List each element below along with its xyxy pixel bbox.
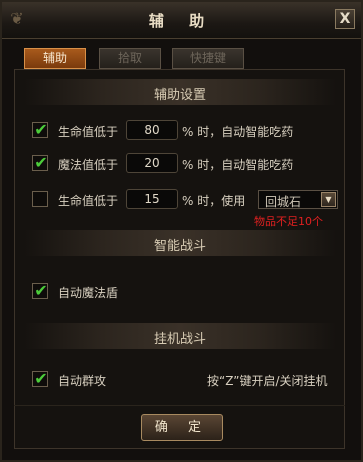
auto-aoe-label: 自动群攻: [58, 374, 107, 388]
section-title: 挂机战斗: [153, 332, 206, 347]
checkmark-icon: ✔: [34, 369, 48, 388]
item-select[interactable]: 回城石 ▼: [258, 190, 338, 209]
mp-potion-label: 魔法值低于: [58, 158, 119, 172]
hp-potion-label: 生命值低于: [58, 125, 119, 139]
checkmark-icon: ✔: [34, 120, 48, 139]
divider: [14, 405, 345, 406]
tab-hotkeys[interactable]: 快捷键: [172, 48, 244, 69]
chevron-down-icon[interactable]: ▼: [321, 192, 336, 207]
hp-item-suffix: % 时，使用: [182, 194, 246, 208]
hp-item-threshold-input[interactable]: 15: [126, 189, 178, 209]
mp-potion-threshold-input[interactable]: 20: [126, 153, 178, 173]
auto-shield-label: 自动魔法盾: [58, 286, 119, 300]
hp-item-label: 生命值低于: [58, 194, 119, 208]
title-bar[interactable]: ❦ 辅 助 X: [2, 2, 361, 39]
section-title: 智能战斗: [153, 239, 206, 254]
auto-shield-checkbox[interactable]: ✔: [32, 281, 48, 300]
checkmark-icon: ✔: [34, 153, 48, 172]
section-smart-combat: 智能战斗: [24, 230, 336, 256]
tab-pickup[interactable]: 拾取: [99, 48, 161, 69]
close-button[interactable]: X: [335, 9, 355, 29]
hp-potion-suffix: % 时，自动智能吃药: [182, 125, 294, 139]
mp-potion-suffix: % 时，自动智能吃药: [182, 158, 294, 172]
hp-item-checkbox[interactable]: [32, 191, 48, 207]
confirm-button[interactable]: 确 定: [141, 414, 223, 441]
section-assist-settings: 辅助设置: [24, 79, 336, 105]
item-shortage-warning: 物品不足10个: [254, 215, 323, 228]
hp-potion-checkbox[interactable]: ✔: [32, 120, 48, 139]
hp-potion-threshold-input[interactable]: 80: [126, 120, 178, 140]
section-title: 辅助设置: [153, 88, 206, 103]
item-select-value: 回城石: [265, 195, 302, 209]
auto-aoe-checkbox[interactable]: ✔: [32, 369, 48, 388]
hotkey-hint: 按“Z”键开启/关闭挂机: [207, 374, 328, 388]
window-title: 辅 助: [148, 12, 215, 30]
checkmark-icon: ✔: [34, 281, 48, 300]
mp-potion-checkbox[interactable]: ✔: [32, 153, 48, 172]
section-idle-combat: 挂机战斗: [24, 323, 336, 349]
tab-assist[interactable]: 辅助: [24, 48, 86, 69]
